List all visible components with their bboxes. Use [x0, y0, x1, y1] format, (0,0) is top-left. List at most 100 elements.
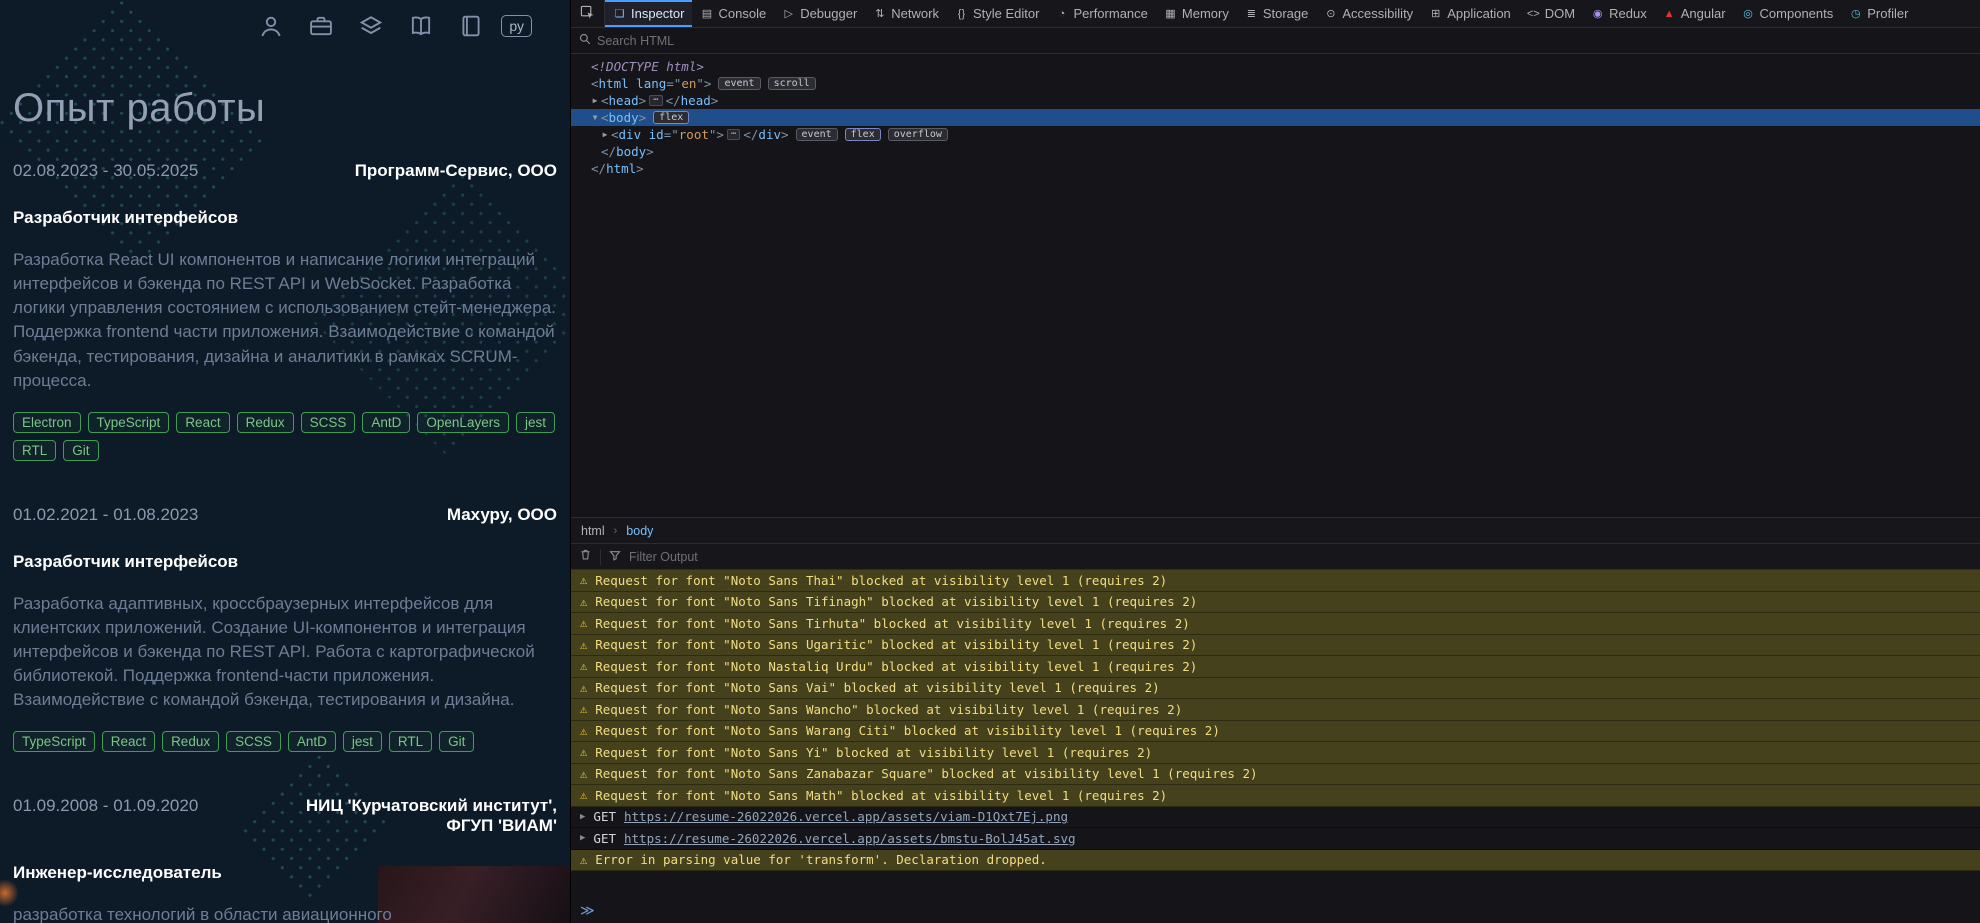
markup-node[interactable]: </body >	[571, 143, 1980, 160]
application-icon: ⊞	[1431, 8, 1441, 20]
expand-arrow-icon[interactable]: ▶	[589, 92, 601, 109]
markup-node[interactable]: <!DOCTYPE html>	[571, 58, 1980, 75]
badge-flex[interactable]: flex	[844, 128, 881, 141]
library-icon[interactable]	[407, 12, 435, 40]
breadcrumb-item-html[interactable]: html	[581, 524, 605, 538]
console-input-row[interactable]: ≫	[571, 899, 1980, 923]
search-html-input[interactable]	[597, 33, 897, 48]
filter-output-input[interactable]	[629, 549, 889, 564]
tech-tag: AntD	[362, 411, 411, 433]
console-warning-row[interactable]: ⚠ Request for font "Noto Sans Ugaritic" b…	[571, 634, 1980, 656]
user-icon[interactable]	[257, 12, 285, 40]
console-warning-row[interactable]: ⚠ Request for font "Noto Sans Thai" block…	[571, 570, 1980, 592]
warning-icon: ⚠	[580, 723, 588, 738]
console-warning-row[interactable]: ⚠ Request for font "Noto Sans Warang Citi…	[571, 720, 1980, 742]
job-entry: 01.02.2021 - 01.08.2023 Махуру, ООО Разраб…	[13, 505, 557, 753]
tab-performance[interactable]: ◔ Performance	[1047, 0, 1155, 27]
pick-element-icon	[580, 5, 595, 23]
request-method: GET	[593, 809, 616, 825]
console-icon: ▤	[701, 8, 713, 20]
console-warning-row[interactable]: ⚠ Request for font "Noto Sans Wancho" blo…	[571, 699, 1980, 721]
markup-node[interactable]: ▶ < div id =" root "> ⋯ </div > event flex overflow	[571, 126, 1980, 143]
console-warning-row[interactable]: ⚠ Error in parsing value for 'transform'.…	[571, 849, 1980, 871]
console-warning-row[interactable]: ⚠ Request for font "Noto Sans Zanabazar S…	[571, 763, 1980, 785]
tab-network[interactable]: ⇅ Network	[865, 0, 947, 27]
badge-flex[interactable]: flex	[653, 111, 690, 124]
code-token: ="	[663, 127, 679, 142]
site-nav-icons	[257, 12, 485, 40]
code-token: lang	[636, 76, 667, 91]
job-tags: Electron TypeScript React Redux SCSS AntD Open…	[13, 411, 557, 461]
collapse-arrow-icon[interactable]: ▼	[589, 109, 601, 126]
markup-node[interactable]: </html >	[571, 160, 1980, 177]
job-description: Разработка React UI компонентов и написа…	[13, 250, 556, 390]
console-network-row[interactable]: ▶ GET https://resume-26022026.vercel.app/a…	[571, 828, 1980, 850]
tab-redux[interactable]: ◉ Redux	[1583, 0, 1655, 27]
tab-storage[interactable]: ≣ Storage	[1237, 0, 1317, 27]
tech-tag: SCSS	[226, 731, 281, 753]
inspector-icon: ❏	[614, 8, 625, 20]
tab-style-editor[interactable]: {} Style Editor	[947, 0, 1047, 27]
pick-element-button[interactable]	[571, 0, 605, 27]
badge-overflow: overflow	[887, 128, 948, 141]
book-icon[interactable]	[457, 12, 485, 40]
tab-components[interactable]: ◎ Components	[1734, 0, 1842, 27]
tab-console[interactable]: ▤ Console	[692, 0, 774, 27]
language-switch-button[interactable]: ру	[501, 15, 532, 37]
tab-inspector[interactable]: ❏ Inspector	[605, 0, 693, 27]
markup-node-selected[interactable]: ▼ < body > flex	[571, 109, 1980, 126]
job-period: 02.08.2023 - 30.05.2025	[13, 161, 199, 180]
tab-profiler[interactable]: ◷ Profiler	[1841, 0, 1916, 27]
expand-arrow-icon[interactable]: ▶	[580, 833, 585, 843]
code-token: html	[606, 161, 637, 176]
console-message: Request for font "Noto Sans Ugaritic" bl…	[595, 637, 1198, 653]
tab-debugger[interactable]: ▷ Debugger	[774, 0, 865, 27]
console-warning-row[interactable]: ⚠ Request for font "Noto Sans Tirhuta" bl…	[571, 613, 1980, 635]
clear-console-button[interactable]	[579, 548, 592, 566]
dom-icon: <>	[1526, 7, 1540, 20]
storage-icon: ≣	[1246, 8, 1256, 20]
badge-event: event	[718, 77, 761, 90]
tech-tag: Electron	[13, 411, 81, 433]
job-tags: TypeScript React Redux SCSS AntD jest RTL Git	[13, 731, 557, 753]
code-token: id	[648, 127, 664, 142]
warning-icon: ⚠	[580, 573, 588, 588]
tab-label: Performance	[1073, 6, 1148, 21]
breadcrumb-item-body[interactable]: body	[626, 524, 653, 538]
request-url-link[interactable]: https://resume-26022026.vercel.app/asset…	[624, 809, 1068, 824]
warning-icon: ⚠	[580, 594, 588, 609]
tab-label: DOM	[1544, 6, 1576, 21]
request-url-link[interactable]: https://resume-26022026.vercel.app/asset…	[624, 831, 1076, 846]
collapsed-content-icon[interactable]: ⋯	[649, 95, 663, 106]
console-warning-row[interactable]: ⚠ Request for font "Noto Sans Vai" blocke…	[571, 677, 1980, 699]
tab-dom[interactable]: <> DOM	[1519, 0, 1583, 27]
tab-memory[interactable]: ▦ Memory	[1156, 0, 1237, 27]
expand-arrow-icon[interactable]: ▶	[599, 126, 611, 143]
job-period: 01.02.2021 - 01.08.2023	[13, 504, 199, 524]
code-token: ="	[666, 76, 682, 91]
expand-arrow-icon[interactable]: ▶	[580, 812, 585, 822]
console-warning-row[interactable]: ⚠ Request for font "Noto Sans Yi" blocked…	[571, 742, 1980, 764]
tab-label: Components	[1759, 6, 1834, 21]
console-message: Request for font "Noto Sans Yi" blocked …	[595, 744, 1153, 760]
console-warning-row[interactable]: ⚠ Request for font "Noto Nastaliq Urdu" b…	[571, 656, 1980, 678]
code-token: >	[710, 93, 719, 108]
markup-node[interactable]: ▶ < head > ⋯ </head >	[571, 92, 1980, 109]
tab-angular[interactable]: ▲ Angular	[1655, 0, 1734, 27]
collapsed-content-icon[interactable]: ⋯	[726, 129, 741, 140]
job-company: Программ-Сервис, ООО	[354, 161, 557, 180]
code-token: head	[608, 93, 639, 108]
redux-icon: ◉	[1592, 8, 1603, 20]
console-warning-row[interactable]: ⚠ Request for font "Noto Sans Tifinagh" b…	[571, 591, 1980, 613]
tab-application[interactable]: ⊞ Application	[1421, 0, 1519, 27]
markup-node[interactable]: < html lang =" en "> event scroll	[571, 75, 1980, 92]
tab-accessibility[interactable]: ⊙ Accessibility	[1316, 0, 1421, 27]
console-warning-row[interactable]: ⚠ Request for font "Noto Sans Math" block…	[571, 785, 1980, 807]
warning-icon: ⚠	[580, 659, 588, 674]
site-header: ру	[0, 0, 570, 46]
warning-icon: ⚠	[580, 745, 588, 760]
briefcase-icon[interactable]	[307, 12, 335, 40]
layers-icon[interactable]	[357, 12, 385, 40]
tab-label: Network	[891, 6, 939, 21]
console-network-row[interactable]: ▶ GET https://resume-26022026.vercel.app/a…	[571, 806, 1980, 828]
